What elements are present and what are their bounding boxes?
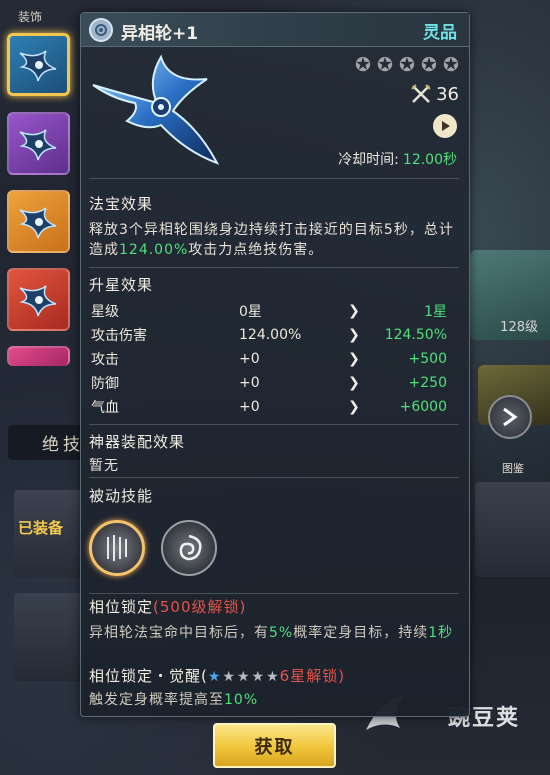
acquire-button[interactable]: 获取 [213, 723, 336, 768]
star-up-row: 攻击 +0 ❯ +500 [89, 347, 461, 371]
chakram-icon [18, 206, 56, 238]
star-up-current: 124.00% [239, 327, 302, 343]
chakram-weapon-art [92, 54, 220, 165]
star-up-label: 星级 [91, 304, 119, 320]
chevron-right-icon: ❯ [348, 351, 360, 367]
phase-lock-desc: 异相轮法宝命中目标后，有5%概率定身目标，持续1秒 [89, 625, 454, 641]
power-row: 36 [410, 83, 459, 105]
phase-awaken-unlock: 6星解锁) [279, 667, 346, 685]
character-level: 128级 [500, 320, 538, 335]
star-up-current: 0星 [239, 304, 262, 320]
equipped-label: 已装备 [18, 519, 64, 537]
star-up-current: +0 [239, 351, 260, 367]
chevron-right-icon: ❯ [348, 327, 360, 343]
item-slot[interactable] [7, 346, 70, 366]
item-slot-selected[interactable] [7, 33, 70, 96]
star-up-label: 攻击 [91, 352, 119, 368]
star-up-current: +0 [239, 375, 260, 391]
item-name: 异相轮+1 [121, 24, 199, 44]
star-up-label: 防御 [91, 376, 119, 392]
star-icon: ✪ [443, 54, 459, 76]
star-up-row: 防御 +0 ❯ +250 [89, 371, 461, 395]
item-type-icon [89, 18, 113, 42]
star-up-title: 升星效果 [89, 276, 154, 294]
star-icon: ✪ [399, 54, 415, 76]
star-up-next: +250 [408, 375, 447, 391]
swirl-skill-icon [179, 534, 202, 561]
star-icon: ✪ [421, 54, 437, 76]
power-value: 36 [436, 83, 459, 105]
passive-skill-slot[interactable] [161, 520, 217, 576]
star-up-label: 攻击伤害 [91, 328, 147, 344]
chevron-right-icon: ❯ [348, 303, 360, 319]
play-icon [442, 121, 450, 131]
item-card[interactable] [14, 593, 84, 681]
star-up-next: +6000 [399, 399, 447, 415]
panel-header: 异相轮+1 灵品 [81, 13, 469, 47]
chevron-right-icon: ❯ [348, 375, 360, 391]
star-rating: ✪ ✪ ✪ ✪ ✪ [353, 55, 461, 75]
rail-top-label: 装饰 [18, 10, 43, 24]
crossed-swords-icon [411, 84, 431, 103]
phase-awaken-desc: 触发定身概率提高至10% [89, 692, 259, 708]
passive-skill-slot-selected[interactable] [89, 520, 145, 576]
star-icon: ✪ [377, 54, 393, 76]
cooldown-value: 12.00秒 [402, 152, 457, 168]
divider [89, 267, 459, 268]
phase-awaken-section: 相位锁定・觉醒(★ ★ ★ ★ ★ 6星解锁) 触发定身概率提高至10% [89, 665, 463, 710]
star-up-table: 星级 0星 ❯ 1星攻击伤害 124.00% ❯ 124.50% 攻击 +0 ❯ +500 防御 +0 ❯… [89, 299, 461, 419]
star-up-label: 气血 [91, 400, 119, 416]
item-slot[interactable] [7, 190, 70, 253]
star-icon: ✪ [355, 54, 371, 76]
phase-awaken-title: 相位锁定・觉醒(★ ★ ★ ★ ★ 6星解锁) [89, 667, 346, 685]
arrow-right-icon [503, 407, 518, 427]
chevron-right-icon: ❯ [348, 399, 360, 415]
star-up-row: 气血 +0 ❯ +6000 [89, 395, 461, 419]
collection-label: 图鉴 [502, 462, 524, 475]
divider [89, 424, 459, 425]
treasure-effect-title: 法宝效果 [89, 195, 154, 213]
play-preview-button[interactable] [433, 114, 457, 138]
skill-tab[interactable]: 绝技 [8, 425, 90, 460]
star-up-next: 1星 [424, 304, 447, 320]
phase-lock-unlock: (500级解锁) [153, 598, 247, 616]
star-up-row: 星级 0星 ❯ 1星 [89, 299, 461, 323]
star-up-next: 124.50% [384, 327, 447, 343]
item-detail-panel: 异相轮+1 灵品 ✪ ✪ ✪ ✪ ✪ 36 冷却时间: 12.00秒 法宝效果 释放3个异… [80, 12, 470, 717]
chakram-icon [18, 128, 56, 160]
chakram-icon [18, 49, 56, 81]
passive-skill-title: 被动技能 [89, 487, 154, 505]
item-card[interactable] [475, 482, 550, 577]
star-up-next: +500 [408, 351, 447, 367]
cooldown-label: 冷却时间: [338, 152, 399, 168]
artifact-effect-value: 暂无 [89, 458, 119, 474]
phase-lock-title: 相位锁定(500级解锁) [89, 598, 247, 616]
artifact-effect-title: 神器装配效果 [89, 433, 186, 451]
divider [89, 178, 459, 179]
collection-button[interactable] [488, 395, 532, 439]
star-up-row: 攻击伤害 124.00% ❯ 124.50% [89, 323, 461, 347]
phase-lock-section: 相位锁定(500级解锁) 异相轮法宝命中目标后，有5%概率定身目标，持续1秒 [89, 596, 463, 643]
cooldown-row: 冷却时间: 12.00秒 [338, 149, 457, 169]
treasure-effect-text: 释放3个异相轮围绕身边持续打击接近的目标5秒，总计造成124.00%攻击力点绝技… [89, 222, 454, 258]
star-up-section: 升星效果 星级 0星 ❯ 1星攻击伤害 124.00% ❯ 124.50% 攻击 +0 ❯ +500… [89, 274, 463, 419]
lock-phase-skill-icon [107, 535, 127, 561]
divider [89, 477, 459, 478]
passive-skill-section: 被动技能 [89, 485, 463, 576]
item-slot[interactable] [7, 112, 70, 175]
treasure-effect-section: 法宝效果 释放3个异相轮围绕身边持续打击接近的目标5秒，总计造成124.00%攻… [89, 193, 463, 260]
chakram-icon [18, 284, 56, 316]
item-slot[interactable] [7, 268, 70, 331]
divider [89, 593, 459, 594]
artifact-effect-section: 神器装配效果 暂无 [89, 431, 463, 476]
star-up-current: +0 [239, 399, 260, 415]
awaken-star-requirement: ★ ★ ★ ★ ★ [207, 668, 280, 685]
item-grade: 灵品 [423, 23, 457, 43]
